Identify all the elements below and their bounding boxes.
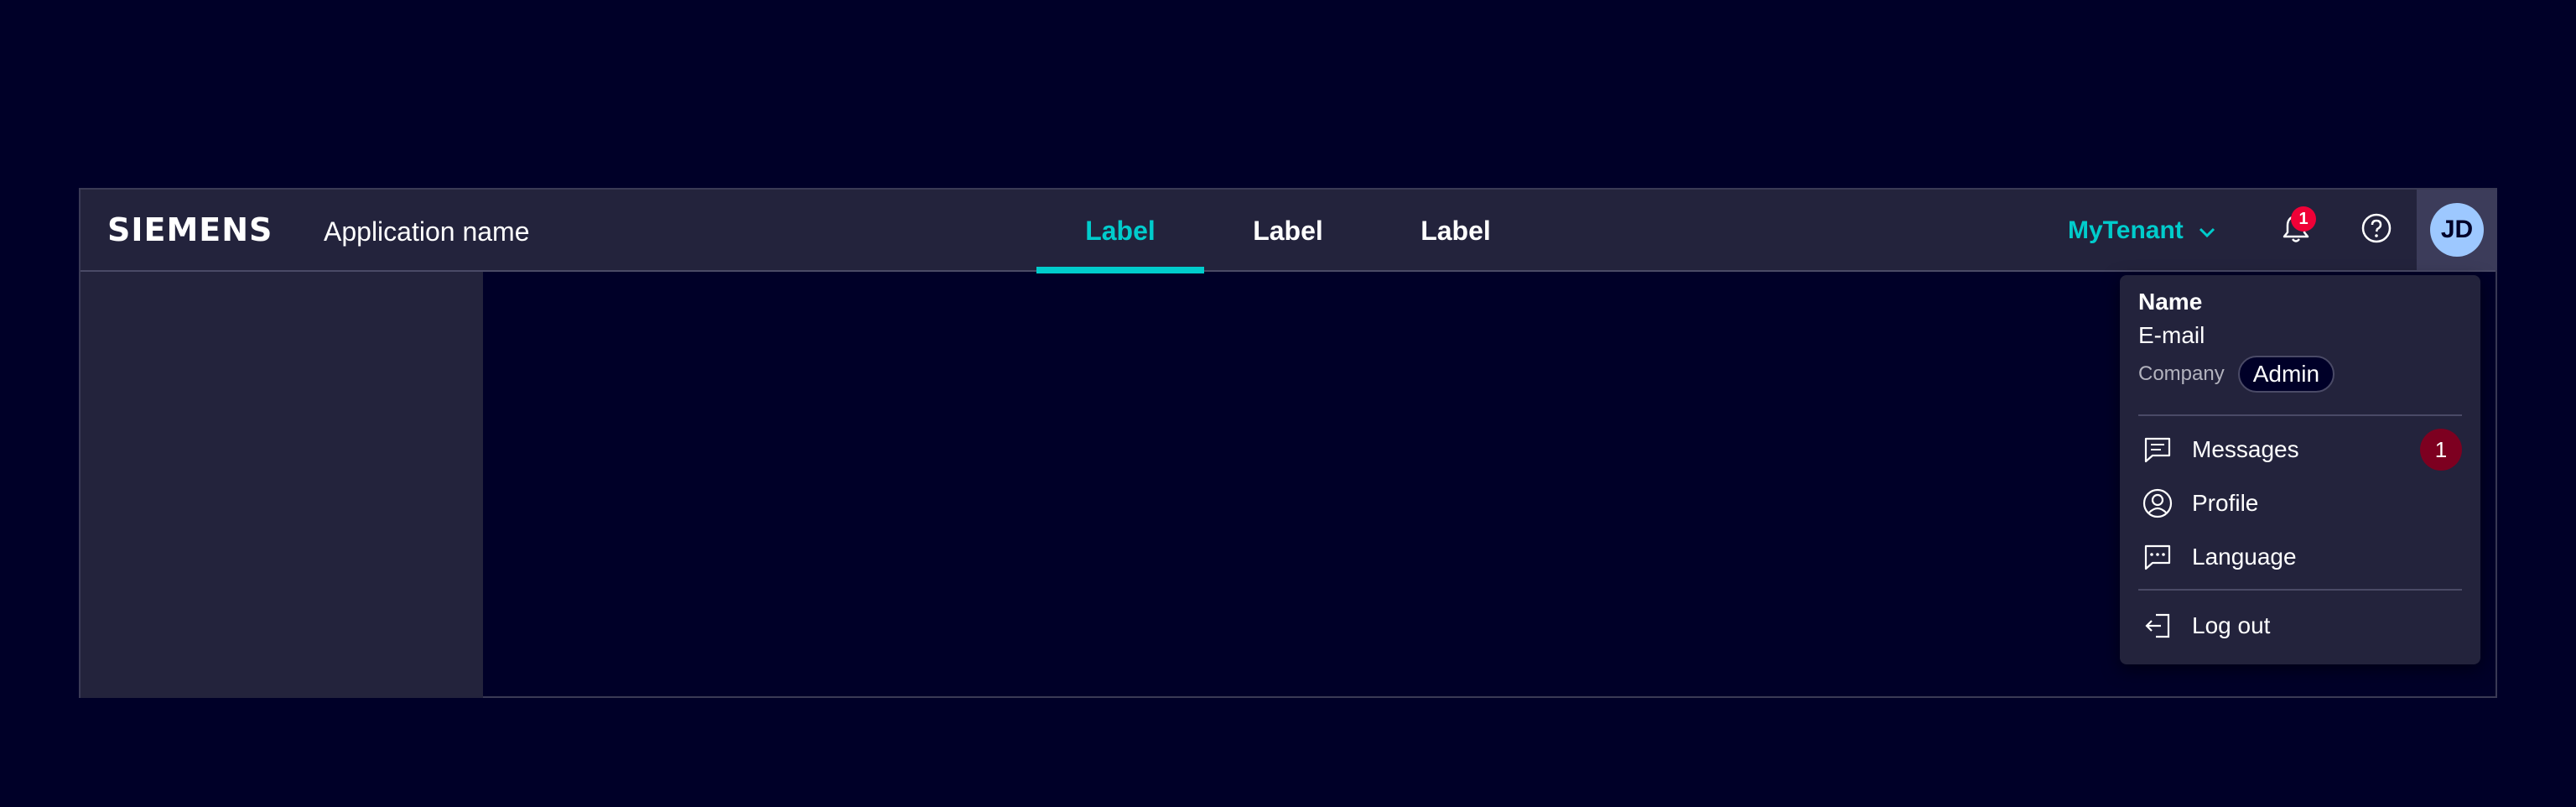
application-name: Application name xyxy=(324,216,530,247)
user-name: Name xyxy=(2138,289,2203,315)
menu-divider xyxy=(2138,414,2462,416)
logout-label: Log out xyxy=(2192,612,2271,638)
tenant-switcher[interactable]: MyTenant xyxy=(2068,190,2215,272)
company-row: Company Admin xyxy=(2138,356,2335,393)
role-badge: Admin xyxy=(2237,356,2335,393)
notification-badge: 1 xyxy=(2291,206,2316,232)
menu-item-label: Profile xyxy=(2192,490,2259,516)
tenant-label: MyTenant xyxy=(2068,216,2184,244)
sidebar xyxy=(80,272,483,698)
help-button[interactable] xyxy=(2353,206,2400,253)
profile-icon xyxy=(2138,484,2177,523)
messages-badge: 1 xyxy=(2420,429,2462,471)
menu-item-messages[interactable]: Messages 1 xyxy=(2138,426,2462,473)
help-icon xyxy=(2360,211,2393,249)
notifications-button[interactable]: 1 xyxy=(2272,206,2319,253)
header: SIEMENS Application name Label Label Lab… xyxy=(80,190,2497,273)
avatar: JD xyxy=(2430,203,2484,257)
language-icon xyxy=(2138,538,2177,576)
tab-1[interactable]: Label xyxy=(1036,190,1204,273)
company-label: Company xyxy=(2138,362,2225,385)
menu-item-language[interactable]: Language xyxy=(2138,534,2462,581)
tab-3[interactable]: Label xyxy=(1372,190,1540,272)
menu-divider xyxy=(2138,589,2462,591)
tab-2[interactable]: Label xyxy=(1204,190,1372,272)
menu-item-label: Language xyxy=(2192,544,2297,570)
user-menu-button[interactable]: JD xyxy=(2417,190,2497,270)
menu-item-label: Messages xyxy=(2192,436,2299,462)
user-email: E-mail xyxy=(2138,322,2205,348)
menu-item-profile[interactable]: Profile xyxy=(2138,480,2462,527)
tab-bar: Label Label Label xyxy=(1036,190,1540,273)
menu-item-logout[interactable]: Log out xyxy=(2138,602,2462,649)
chevron-down-icon xyxy=(2199,216,2215,245)
messages-icon xyxy=(2138,430,2177,469)
siemens-logo[interactable]: SIEMENS xyxy=(107,211,273,248)
logout-icon xyxy=(2138,607,2177,645)
user-menu-dropdown: Name E-mail Company Admin Messages 1 Pro… xyxy=(2120,275,2480,664)
